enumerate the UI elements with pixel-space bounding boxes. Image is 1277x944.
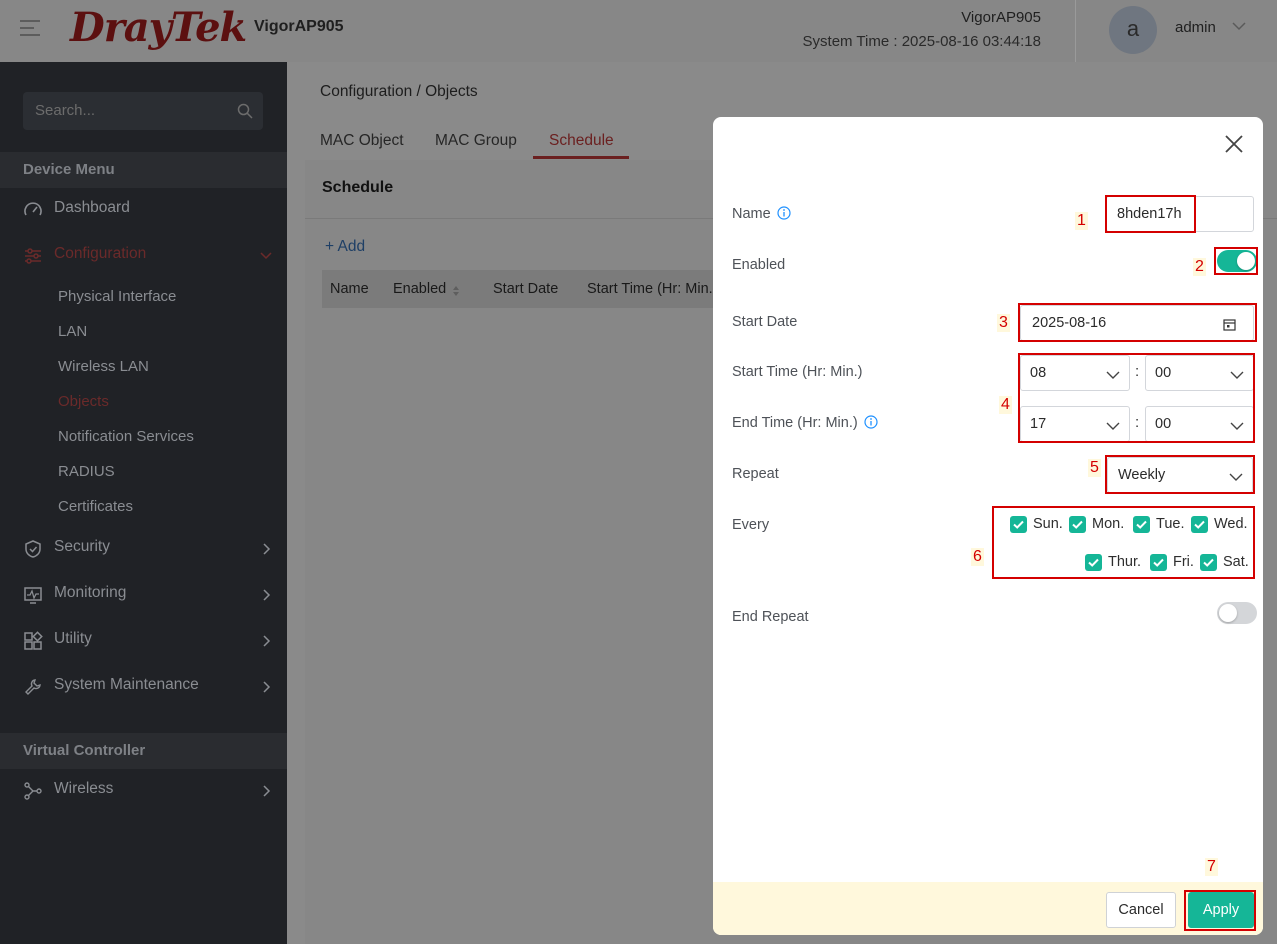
sidebar-item-monitoring[interactable]: Monitoring xyxy=(0,576,287,612)
brand-logo: DrayTek xyxy=(70,4,247,51)
wrench-icon xyxy=(25,679,41,695)
annotation-box-6 xyxy=(992,506,1255,579)
chevron-right-icon xyxy=(263,543,271,555)
gauge-icon xyxy=(24,202,42,216)
sidebar-subitem-objects[interactable]: Objects xyxy=(58,393,109,410)
sidebar-item-configuration[interactable]: Configuration xyxy=(0,237,287,273)
shield-icon xyxy=(25,540,41,558)
schedule-dialog: Name 8hden17h 1 Enabled 2 Start Date 202… xyxy=(713,117,1263,935)
search-placeholder: Search... xyxy=(35,102,96,119)
annotation-box-3 xyxy=(1018,303,1257,342)
top-bar: DrayTek VigorAP905 VigorAP905 System Tim… xyxy=(0,0,1277,62)
sidebar: Search... Device Menu Dashboard Configur… xyxy=(0,62,287,944)
sidebar-subitem-lan[interactable]: LAN xyxy=(58,323,87,340)
active-tab-indicator xyxy=(533,156,629,159)
device-name: VigorAP905 xyxy=(961,9,1041,26)
annotation-number-2: 2 xyxy=(1193,258,1206,276)
annotation-box-5 xyxy=(1105,455,1255,494)
sidebar-item-wireless[interactable]: Wireless xyxy=(0,772,287,808)
column-header-start-time[interactable]: Start Time (Hr: Min. xyxy=(587,281,713,297)
chevron-right-icon xyxy=(263,785,271,797)
tab-mac-object[interactable]: MAC Object xyxy=(320,132,404,150)
system-time: System Time : 2025-08-16 03:44:18 xyxy=(802,33,1041,50)
column-header-name[interactable]: Name xyxy=(330,281,369,297)
annotation-number-4: 4 xyxy=(999,396,1012,414)
end-time-label: End Time (Hr: Min.) xyxy=(732,415,878,431)
network-icon xyxy=(24,782,42,800)
sidebar-item-utility[interactable]: Utility xyxy=(0,622,287,658)
panel-title: Schedule xyxy=(322,179,394,196)
chevron-down-icon xyxy=(260,252,272,260)
tab-schedule[interactable]: Schedule xyxy=(549,132,614,150)
sidebar-subitem-physical-interface[interactable]: Physical Interface xyxy=(58,288,176,305)
search-icon[interactable] xyxy=(237,103,253,119)
annotation-box-1 xyxy=(1105,195,1196,233)
virtual-controller-heading: Virtual Controller xyxy=(0,733,287,769)
model-name: VigorAP905 xyxy=(254,18,344,35)
device-menu-heading: Device Menu xyxy=(0,152,287,188)
annotation-box-2 xyxy=(1214,247,1258,275)
annotation-box-4 xyxy=(1018,353,1255,443)
sidebar-subitem-wireless-lan[interactable]: Wireless LAN xyxy=(58,358,149,375)
table-header: Name Enabled Start Date Start Time (Hr: … xyxy=(322,270,722,308)
sort-icon[interactable] xyxy=(452,285,460,297)
start-date-label: Start Date xyxy=(732,314,798,330)
end-repeat-toggle[interactable] xyxy=(1217,602,1257,624)
toggle-knob xyxy=(1219,604,1237,622)
sidebar-item-label: Utility xyxy=(54,630,92,647)
sidebar-item-label: Monitoring xyxy=(54,584,127,601)
chevron-right-icon xyxy=(263,589,271,601)
sidebar-subitem-certificates[interactable]: Certificates xyxy=(58,498,133,515)
sidebar-item-label: Dashboard xyxy=(54,199,130,216)
breadcrumb: Configuration / Objects xyxy=(320,83,478,100)
grid-icon xyxy=(24,631,43,650)
chevron-down-icon[interactable] xyxy=(1231,18,1247,34)
search-input[interactable]: Search... xyxy=(23,92,263,130)
annotation-number-1: 1 xyxy=(1075,212,1088,230)
sidebar-item-label: Security xyxy=(54,538,110,555)
monitor-icon xyxy=(24,587,42,604)
sidebar-subitem-radius[interactable]: RADIUS xyxy=(58,463,115,480)
enabled-label: Enabled xyxy=(732,257,786,273)
info-icon[interactable] xyxy=(777,206,791,220)
every-label: Every xyxy=(732,517,770,533)
info-icon[interactable] xyxy=(864,415,878,429)
username[interactable]: admin xyxy=(1175,19,1216,36)
annotation-number-6: 6 xyxy=(971,548,984,566)
close-icon[interactable] xyxy=(1223,133,1245,155)
annotation-box-7 xyxy=(1184,890,1256,931)
chevron-right-icon xyxy=(263,635,271,647)
repeat-label: Repeat xyxy=(732,466,779,482)
annotation-number-5: 5 xyxy=(1088,459,1101,477)
chevron-right-icon xyxy=(263,681,271,693)
sidebar-item-label: Configuration xyxy=(54,245,147,262)
cancel-button[interactable]: Cancel xyxy=(1106,892,1176,928)
sidebar-item-security[interactable]: Security xyxy=(0,530,287,566)
sidebar-item-system-maintenance[interactable]: System Maintenance xyxy=(0,668,287,704)
hamburger-menu-icon[interactable] xyxy=(20,20,40,38)
start-time-label: Start Time (Hr: Min.) xyxy=(732,364,863,380)
column-header-enabled[interactable]: Enabled xyxy=(393,281,446,297)
annotation-number-7: 7 xyxy=(1205,858,1218,876)
sidebar-item-label: System Maintenance xyxy=(54,676,199,693)
sidebar-item-dashboard[interactable]: Dashboard xyxy=(0,191,287,227)
end-repeat-label: End Repeat xyxy=(732,609,809,625)
add-button[interactable]: + Add xyxy=(325,238,365,256)
avatar[interactable]: a xyxy=(1109,6,1157,54)
tab-mac-group[interactable]: MAC Group xyxy=(435,132,517,150)
annotation-number-3: 3 xyxy=(997,314,1010,332)
header-divider xyxy=(1075,0,1076,62)
name-label: Name xyxy=(732,206,791,222)
dialog-footer: Cancel Apply xyxy=(713,882,1263,935)
sliders-icon xyxy=(25,248,41,264)
column-header-start-date[interactable]: Start Date xyxy=(493,281,558,297)
sidebar-item-label: Wireless xyxy=(54,780,114,797)
sidebar-subitem-notification-services[interactable]: Notification Services xyxy=(58,428,194,445)
